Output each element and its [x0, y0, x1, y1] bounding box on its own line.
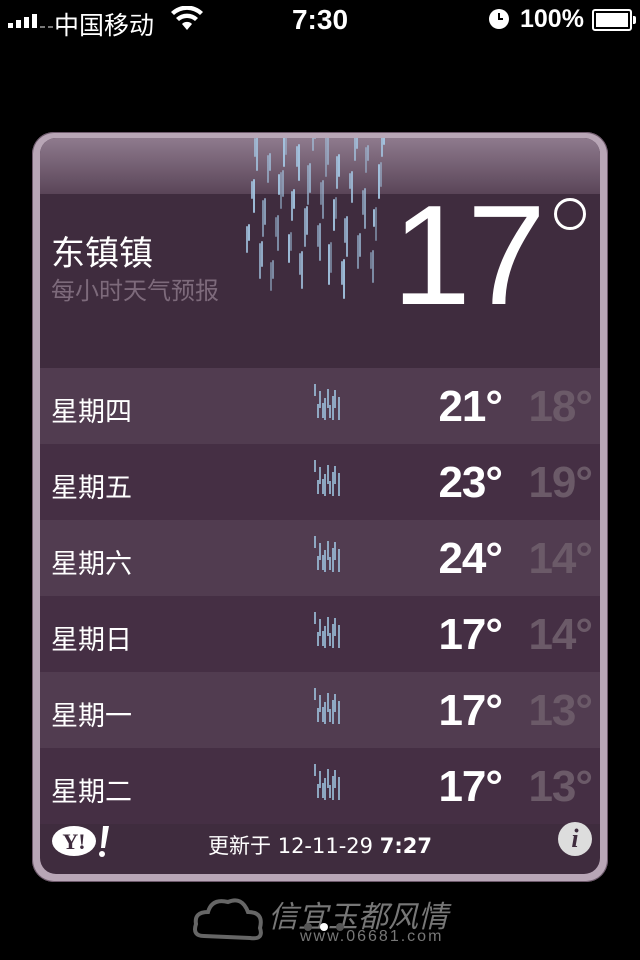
- forecast-high: 17°: [438, 762, 503, 811]
- info-icon[interactable]: i: [558, 822, 592, 856]
- forecast-list: 星期四 21° 18° 星期五 23° 19° 星期六 24° 14° 星期日 …: [40, 368, 600, 824]
- status-bar: 中国移动 7:30 100%: [0, 0, 640, 40]
- page-indicator[interactable]: [300, 918, 348, 936]
- updated-time: 7:27: [379, 834, 432, 858]
- current-temperature: 17: [392, 176, 546, 335]
- forecast-day: 星期二: [51, 777, 132, 808]
- last-updated: 更新于 12-11-29 7:27: [40, 830, 600, 860]
- forecast-high: 17°: [438, 686, 503, 735]
- forecast-high: 21°: [438, 382, 503, 431]
- rain-icon: [314, 384, 340, 420]
- updated-label: 更新于 12-11-29: [208, 834, 374, 858]
- forecast-low: 13°: [528, 686, 593, 735]
- forecast-low: 13°: [528, 762, 593, 811]
- forecast-high: 23°: [438, 458, 503, 507]
- forecast-row: 星期二 17° 13°: [40, 748, 600, 824]
- page-dot-active: [320, 923, 328, 931]
- forecast-day: 星期四: [51, 397, 132, 428]
- battery-percent: 100%: [520, 5, 584, 33]
- page-dot: [336, 923, 344, 931]
- rain-icon: [314, 688, 340, 724]
- rain-icon: [314, 612, 340, 648]
- city-name: 东镇镇: [51, 234, 153, 274]
- forecast-row: 星期六 24° 14°: [40, 520, 600, 596]
- rain-icon: [314, 764, 340, 800]
- forecast-high: 24°: [438, 534, 503, 583]
- forecast-day: 星期一: [51, 701, 132, 732]
- forecast-low: 14°: [528, 610, 593, 659]
- forecast-row: 星期一 17° 13°: [40, 672, 600, 748]
- forecast-low: 19°: [528, 458, 593, 507]
- forecast-row: 星期四 21° 18°: [40, 368, 600, 444]
- rain-icon: [314, 536, 340, 572]
- battery-icon: [592, 9, 636, 31]
- forecast-low: 14°: [528, 534, 593, 583]
- page-dot: [304, 923, 312, 931]
- degree-symbol: [554, 198, 586, 230]
- forecast-day: 星期日: [51, 625, 132, 656]
- forecast-high: 17°: [438, 610, 503, 659]
- rain-animation-icon: [246, 138, 385, 299]
- rain-icon: [314, 460, 340, 496]
- hourly-forecast-label[interactable]: 每小时天气预报: [51, 271, 219, 306]
- card-footer: Y! 更新于 12-11-29 7:27 i: [40, 814, 600, 874]
- alarm-clock-icon: [489, 9, 509, 29]
- forecast-day: 星期六: [51, 549, 132, 580]
- forecast-row: 星期五 23° 19°: [40, 444, 600, 520]
- forecast-low: 18°: [528, 382, 593, 431]
- forecast-day: 星期五: [51, 473, 132, 504]
- cloud-logo-icon: [193, 898, 263, 941]
- weather-card[interactable]: 东镇镇 每小时天气预报 17 星期四 21° 18° 星期五 23° 19° 星…: [32, 132, 608, 882]
- forecast-row: 星期日 17° 14°: [40, 596, 600, 672]
